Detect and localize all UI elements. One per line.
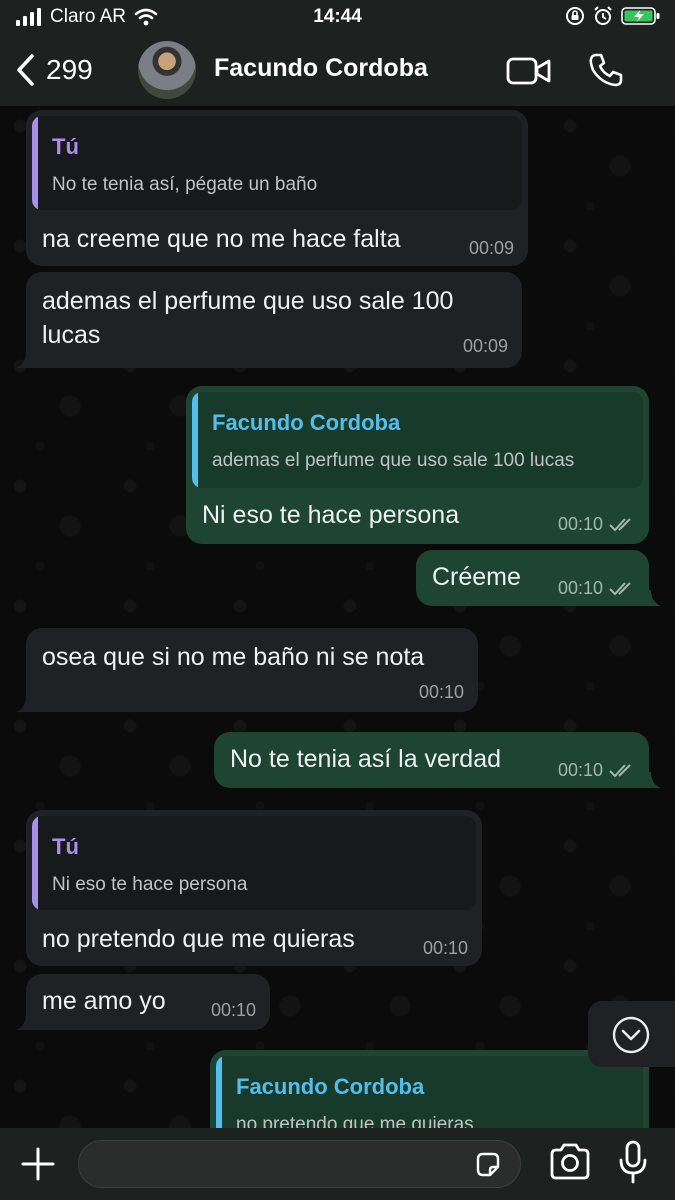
chat-header: 299 Facundo Cordoba [0,36,675,106]
quote-bar [32,116,38,210]
message-line: lucas [42,321,101,349]
message-text: osea que si no me baño ni se nota [42,643,425,671]
bubble-tail [645,590,661,606]
message-time: 00:10 [211,1000,256,1021]
message-time: 00:10 [419,682,464,703]
status-right [565,6,661,26]
message-text: no pretendo que me quieras [42,925,355,953]
time-label: 00:10 [418,682,464,702]
message-text: Ni eso te hace persona [202,501,460,529]
quote-text: no pretendo que me quieras [236,1114,474,1128]
message-text: Créeme [432,563,521,591]
quote-author: Facundo Cordoba [212,410,401,435]
camera-icon[interactable] [548,1142,592,1182]
message-input[interactable] [78,1140,521,1188]
chevron-left-icon [17,54,34,86]
message-incoming[interactable]: Tú No te tenia así, pégate un baño na cr… [26,110,528,266]
message-time: 00:10 [558,760,635,781]
message-time: 00:10 [558,578,635,599]
message-incoming[interactable]: osea que si no me baño ni se nota 00:10 [26,628,478,712]
double-check-icon [609,763,631,777]
quote-author: Facundo Cordoba [236,1074,425,1099]
rotation-lock-icon [566,7,584,25]
double-check-icon [609,517,631,531]
message-time: 00:09 [463,336,508,357]
message-text: na creeme que no me hace falta [42,225,401,253]
message-outgoing[interactable]: Facundo Cordoba ademas el perfume que us… [186,386,649,544]
message-incoming[interactable]: ademas el perfume que uso sale 100 lucas… [26,272,522,368]
chevron-down-icon [612,1016,650,1054]
message-outgoing[interactable]: Créeme 00:10 [416,550,649,606]
quote-bar [192,392,198,488]
quote-author: Tú [52,134,79,159]
time-label: 00:10 [557,514,603,534]
message-time: 00:10 [423,938,468,959]
time-label: 00:10 [557,760,603,780]
bubble-tail [16,696,32,712]
bubble-tail [16,1014,32,1030]
message-text: ademas el perfume que uso sale 100 lucas [42,284,453,352]
phone-icon[interactable] [588,52,624,88]
time-label: 00:10 [210,1000,256,1020]
quoted-message[interactable]: Tú Ni eso te hace persona [32,816,476,910]
contact-name[interactable]: Facundo Cordoba [214,54,428,83]
message-text: No te tenia así la verdad [230,745,501,773]
quoted-message[interactable]: Tú No te tenia así, pégate un baño [32,116,522,210]
quote-text: ademas el perfume que uso sale 100 lucas [212,450,575,471]
plus-icon[interactable] [20,1146,56,1182]
quote-bar [32,816,38,910]
message-time: 00:10 [558,514,635,535]
message-outgoing[interactable]: Facundo Cordoba no pretendo que me quier… [210,1050,649,1128]
time-label: 00:10 [557,578,603,598]
time-label: 00:09 [462,336,508,356]
message-incoming[interactable]: Tú Ni eso te hace persona no pretendo qu… [26,810,482,966]
quote-text: Ni eso te hace persona [52,874,248,895]
quote-author: Tú [52,834,79,859]
quote-bar [216,1056,222,1128]
sticker-icon[interactable] [474,1151,502,1179]
message-incoming[interactable]: me amo yo 00:10 [26,974,270,1030]
chat-area[interactable]: Tú No te tenia así, pégate un baño na cr… [0,106,675,1128]
time-label: 00:09 [468,238,514,258]
message-time: 00:09 [469,238,514,259]
message-line: ademas el perfume que uso sale 100 [42,287,454,315]
video-camera-icon[interactable] [506,56,552,86]
double-check-icon [609,581,631,595]
back-button[interactable]: 299 [14,50,93,90]
battery-charging-icon [621,7,660,25]
bubble-tail [645,772,661,788]
quoted-message[interactable]: Facundo Cordoba ademas el perfume que us… [192,392,643,488]
scroll-to-bottom-button[interactable] [588,1001,675,1067]
composer-bar [0,1128,675,1200]
quote-text: No te tenia así, pégate un baño [52,174,318,195]
avatar[interactable] [138,41,196,99]
time-label: 00:10 [422,938,468,958]
bubble-tail [16,352,32,368]
quoted-message[interactable]: Facundo Cordoba no pretendo que me quier… [216,1056,643,1128]
microphone-icon[interactable] [618,1140,648,1186]
alarm-icon [594,6,612,25]
message-outgoing[interactable]: No te tenia así la verdad 00:10 [214,732,649,788]
message-text: me amo yo [42,987,166,1015]
status-bar: Claro AR 14:44 [0,0,675,36]
unread-count: 299 [46,54,93,85]
